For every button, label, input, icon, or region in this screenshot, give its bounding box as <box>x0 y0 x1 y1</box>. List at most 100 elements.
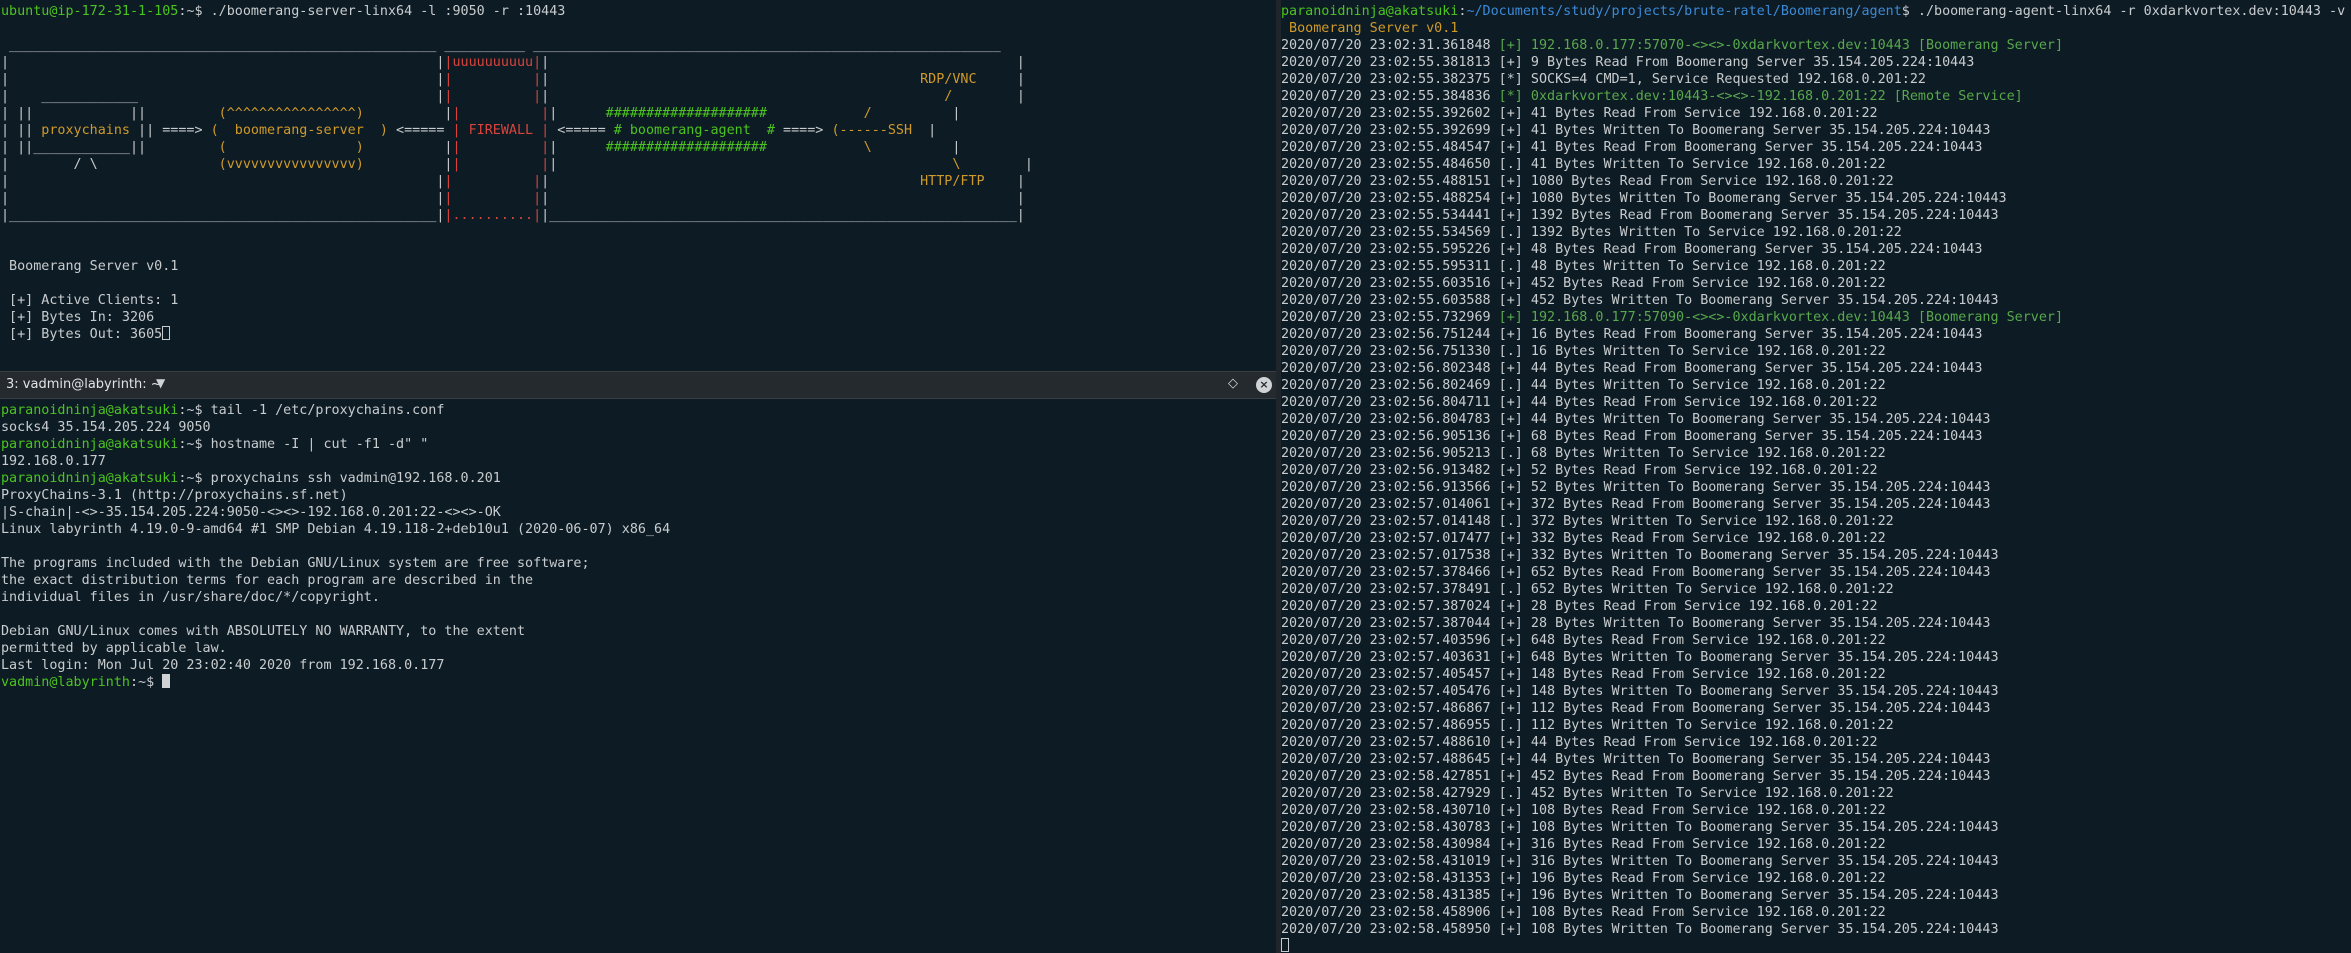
terminal-text-segment: [+] 192.168.0.177:57070-<><>-0xdarkvorte… <box>1498 38 2064 53</box>
terminal-text-segment: [+] Bytes In: 3206 <box>1 310 155 325</box>
terminal-pane-ssh-session[interactable]: paranoidninja@akatsuki:~$ tail -1 /etc/p… <box>0 399 1276 953</box>
terminal-line: 2020/07/20 23:02:57.403631 [+] 648 Bytes… <box>1281 649 2351 666</box>
terminal-text-segment: #################### <box>605 140 767 155</box>
terminal-text-segment: 2020/07/20 23:02:58.430984 [+] 316 Bytes… <box>1281 837 1886 852</box>
terminal-text-segment: 2020/07/20 23:02:55.732969 <box>1281 310 1499 325</box>
terminal-text-segment: | <box>903 106 961 121</box>
terminal-line: 2020/07/20 23:02:58.431353 [+] 196 Bytes… <box>1281 870 2351 887</box>
terminal-line <box>1 606 1276 623</box>
terminal-text-segment: | <box>903 140 961 155</box>
terminal-text-segment: Last login: Mon Jul 20 23:02:40 2020 fro… <box>1 658 445 673</box>
terminal-line: 2020/07/20 23:02:55.392699 [+] 41 Bytes … <box>1281 122 2351 139</box>
terminal-line: Debian GNU/Linux comes with ABSOLUTELY N… <box>1 623 1276 640</box>
terminal-line: 2020/07/20 23:02:56.802469 [.] 44 Bytes … <box>1281 377 2351 394</box>
terminal-text-segment: 2020/07/20 23:02:55.534569 [.] 1392 Byte… <box>1281 225 1902 240</box>
terminal-text-segment: 2020/07/20 23:02:31.361848 <box>1281 38 1499 53</box>
terminal-line: The programs included with the Debian GN… <box>1 555 1276 572</box>
terminal-text-segment: 2020/07/20 23:02:57.017538 [+] 332 Bytes… <box>1281 548 1999 563</box>
terminal-line: individual files in /usr/share/doc/*/cop… <box>1 589 1276 606</box>
tiling-terminal-desktop: ubuntu@ip-172-31-1-105:~$ ./boomerang-se… <box>0 0 2351 953</box>
float-window-icon[interactable]: ◇ <box>1228 376 1238 391</box>
close-icon[interactable]: × <box>1256 377 1272 393</box>
terminal-text-segment: the exact distribution terms for each pr… <box>1 573 534 588</box>
terminal-line: 2020/07/20 23:02:58.427929 [.] 452 Bytes… <box>1281 785 2351 802</box>
terminal-text-segment: socks4 35.154.205.224 9050 <box>1 420 211 435</box>
terminal-text-segment: / <box>847 106 904 121</box>
terminal-text-segment: :~$ hostname -I | cut -f1 -d" " <box>178 437 429 452</box>
terminal-text-segment: 2020/07/20 23:02:56.913566 [+] 52 Bytes … <box>1281 480 1991 495</box>
terminal-text-segment: Debian GNU/Linux comes with ABSOLUTELY N… <box>1 624 526 639</box>
terminal-tab-bar: 3: vadmin@labyrinth: ~ ▼ ◇ × <box>0 371 1276 399</box>
terminal-text-segment: | || || <box>1 106 219 121</box>
tab-title[interactable]: 3: vadmin@labyrinth: ~ <box>6 377 162 392</box>
terminal-text-segment: 2020/07/20 23:02:57.403631 [+] 648 Bytes… <box>1281 650 1999 665</box>
terminal-line: 2020/07/20 23:02:57.378466 [+] 652 Bytes… <box>1281 564 2351 581</box>
terminal-text-segment: 2020/07/20 23:02:55.384836 <box>1281 89 1499 104</box>
terminal-line: 2020/07/20 23:02:58.458950 [+] 108 Bytes… <box>1281 921 2351 938</box>
terminal-text-segment: | <box>549 106 606 121</box>
terminal-text-segment: 2020/07/20 23:02:56.802348 [+] 44 Bytes … <box>1281 361 1983 376</box>
terminal-text-segment: 2020/07/20 23:02:57.017477 [+] 332 Bytes… <box>1281 531 1886 546</box>
terminal-output: paranoidninja@akatsuki:~/Documents/study… <box>1281 3 2351 953</box>
terminal-line: [+] Active Clients: 1 <box>1 292 1276 309</box>
terminal-line: 192.168.0.177 <box>1 453 1276 470</box>
terminal-line: paranoidninja@akatsuki:~/Documents/study… <box>1281 3 2351 20</box>
terminal-text-segment: paranoidninja@akatsuki <box>1 437 179 452</box>
terminal-line: 2020/07/20 23:02:58.430984 [+] 316 Bytes… <box>1281 836 2351 853</box>
terminal-text-segment: 2020/07/20 23:02:55.603516 [+] 452 Bytes… <box>1281 276 1886 291</box>
terminal-text-segment: 2020/07/20 23:02:56.751244 [+] 16 Bytes … <box>1281 327 1983 342</box>
terminal-line: 2020/07/20 23:02:55.595311 [.] 48 Bytes … <box>1281 258 2351 275</box>
terminal-pane-boomerang-agent[interactable]: paranoidninja@akatsuki:~/Documents/study… <box>1281 0 2351 953</box>
terminal-text-segment: | <box>549 140 606 155</box>
terminal-text-segment: / <box>920 89 977 104</box>
terminal-line: paranoidninja@akatsuki:~$ hostname -I | … <box>1 436 1276 453</box>
terminal-line: 2020/07/20 23:02:55.384836 [*] 0xdarkvor… <box>1281 88 2351 105</box>
terminal-text-segment: | | <box>444 89 542 104</box>
terminal-line: 2020/07/20 23:02:56.913566 [+] 52 Bytes … <box>1281 479 2351 496</box>
terminal-line: | || || HTTP/FTP | <box>1 173 1276 190</box>
terminal-line: 2020/07/20 23:02:55.603588 [+] 452 Bytes… <box>1281 292 2351 309</box>
terminal-text-segment: #################### <box>605 106 767 121</box>
terminal-text-segment: $ ./boomerang-agent-linx64 -r 0xdarkvort… <box>1901 4 2346 19</box>
terminal-text-segment: 2020/07/20 23:02:55.484547 [+] 41 Bytes … <box>1281 140 1983 155</box>
terminal-text-segment: 2020/07/20 23:02:57.488610 [+] 44 Bytes … <box>1281 735 1878 750</box>
terminal-line: 2020/07/20 23:02:58.427851 [+] 452 Bytes… <box>1281 768 2351 785</box>
terminal-text-segment: 2020/07/20 23:02:55.382375 [*] SOCKS=4 C… <box>1281 72 1926 87</box>
terminal-line: 2020/07/20 23:02:58.430783 [+] 108 Bytes… <box>1281 819 2351 836</box>
terminal-text-segment: | <box>984 174 1025 189</box>
terminal-text-segment: | | <box>444 174 542 189</box>
terminal-text-segment: 2020/07/20 23:02:55.488254 [+] 1080 Byte… <box>1281 191 2007 206</box>
terminal-text-segment: | | <box>444 72 542 87</box>
terminal-text-segment: paranoidninja@akatsuki <box>1 403 179 418</box>
terminal-text-segment: 2020/07/20 23:02:57.387024 [+] 28 Bytes … <box>1281 599 1878 614</box>
terminal-pane-boomerang-server[interactable]: ubuntu@ip-172-31-1-105:~$ ./boomerang-se… <box>0 0 1276 371</box>
terminal-line: | / \ (vvvvvvvvvvvvvvvv) || || \ | <box>1 156 1276 173</box>
terminal-text-segment: 2020/07/20 23:02:57.378466 [+] 652 Bytes… <box>1281 565 1991 580</box>
terminal-text-segment: | / \ <box>1 157 219 172</box>
terminal-line: 2020/07/20 23:02:55.484547 [+] 41 Bytes … <box>1281 139 2351 156</box>
terminal-line: 2020/07/20 23:02:57.017538 [+] 332 Bytes… <box>1281 547 2351 564</box>
terminal-line: 2020/07/20 23:02:55.484650 [.] 41 Bytes … <box>1281 156 2351 173</box>
terminal-line: 2020/07/20 23:02:57.405476 [+] 148 Bytes… <box>1281 683 2351 700</box>
terminal-cursor <box>1281 938 1289 952</box>
terminal-text-segment: [*] 0xdarkvortex.dev:10443-<><>-192.168.… <box>1498 89 2023 104</box>
terminal-line: 2020/07/20 23:02:57.014061 [+] 372 Bytes… <box>1281 496 2351 513</box>
terminal-line: 2020/07/20 23:02:58.430710 [+] 108 Bytes… <box>1281 802 2351 819</box>
terminal-line: | || || RDP/VNC | <box>1 71 1276 88</box>
chevron-down-icon[interactable]: ▼ <box>156 376 165 390</box>
terminal-line: 2020/07/20 23:02:57.488610 [+] 44 Bytes … <box>1281 734 2351 751</box>
terminal-text-segment: 2020/07/20 23:02:57.405457 [+] 148 Bytes… <box>1281 667 1886 682</box>
terminal-line: 2020/07/20 23:02:55.392602 [+] 41 Bytes … <box>1281 105 2351 122</box>
terminal-line: 2020/07/20 23:02:56.751330 [.] 16 Bytes … <box>1281 343 2351 360</box>
terminal-text-segment: | | <box>444 191 542 206</box>
terminal-text-segment: 2020/07/20 23:02:56.913482 [+] 52 Bytes … <box>1281 463 1878 478</box>
terminal-text-segment: 2020/07/20 23:02:55.534441 [+] 1392 Byte… <box>1281 208 1999 223</box>
terminal-output: paranoidninja@akatsuki:~$ tail -1 /etc/p… <box>1 402 1276 691</box>
terminal-text-segment: [+] Bytes Out: 3605 <box>1 327 163 342</box>
terminal-text-segment: | <box>976 89 1025 104</box>
terminal-text-segment: paranoidninja@akatsuki <box>1 471 179 486</box>
terminal-line: ProxyChains-3.1 (http://proxychains.sf.n… <box>1 487 1276 504</box>
terminal-text-segment: | | <box>1 191 445 206</box>
